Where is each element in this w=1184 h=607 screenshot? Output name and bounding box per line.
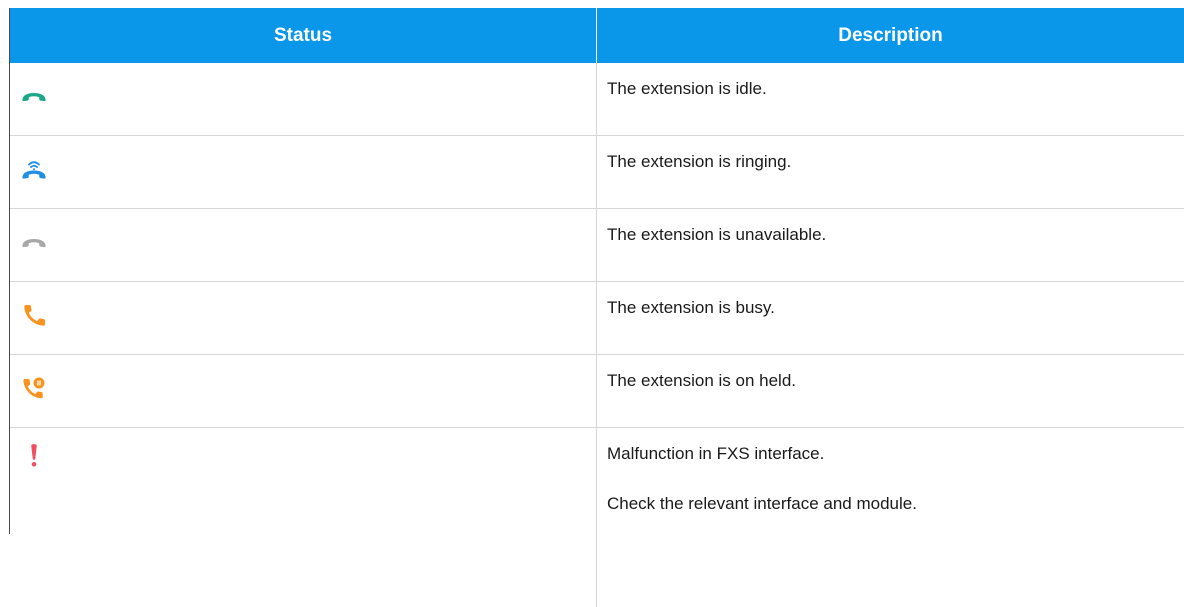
status-cell <box>10 63 597 135</box>
table-header: Status Description <box>10 8 1184 63</box>
exclamation-icon <box>21 442 47 468</box>
phone-ringing-icon <box>21 156 47 182</box>
table-row: Malfunction in FXS interface. Check the … <box>10 428 1184 607</box>
phone-unavailable-icon <box>21 229 47 255</box>
status-cell <box>10 209 597 281</box>
table-row: The extension is ringing. <box>10 136 1184 209</box>
description-cell: The extension is idle. <box>597 63 1184 135</box>
description-text: The extension is unavailable. <box>607 225 827 244</box>
phone-held-icon <box>21 375 47 401</box>
table-row: The extension is unavailable. <box>10 209 1184 282</box>
extension-status-table: Status Description The extension is idle… <box>9 8 1184 607</box>
description-text: The extension is idle. <box>607 79 767 98</box>
description-cell: Malfunction in FXS interface. Check the … <box>597 428 1184 607</box>
phone-idle-icon <box>21 83 47 109</box>
table-row: The extension is busy. <box>10 282 1184 355</box>
description-cell: The extension is unavailable. <box>597 209 1184 281</box>
table-row: The extension is on held. <box>10 355 1184 428</box>
status-cell <box>10 136 597 208</box>
description-cell: The extension is busy. <box>597 282 1184 354</box>
status-cell <box>10 355 597 427</box>
description-cell: The extension is ringing. <box>597 136 1184 208</box>
status-cell <box>10 428 597 607</box>
column-header-description: Description <box>838 24 943 46</box>
description-text: The extension is on held. <box>607 371 797 390</box>
status-cell <box>10 282 597 354</box>
phone-busy-icon <box>21 302 47 328</box>
description-text: The extension is ringing. <box>607 152 792 171</box>
column-header-status: Status <box>10 8 597 63</box>
table-row: The extension is idle. <box>10 63 1184 136</box>
description-text: The extension is busy. <box>607 298 775 317</box>
description-text: Malfunction in FXS interface. <box>607 444 825 463</box>
description-cell: The extension is on held. <box>597 355 1184 427</box>
description-text: Check the relevant interface and module. <box>607 494 917 513</box>
